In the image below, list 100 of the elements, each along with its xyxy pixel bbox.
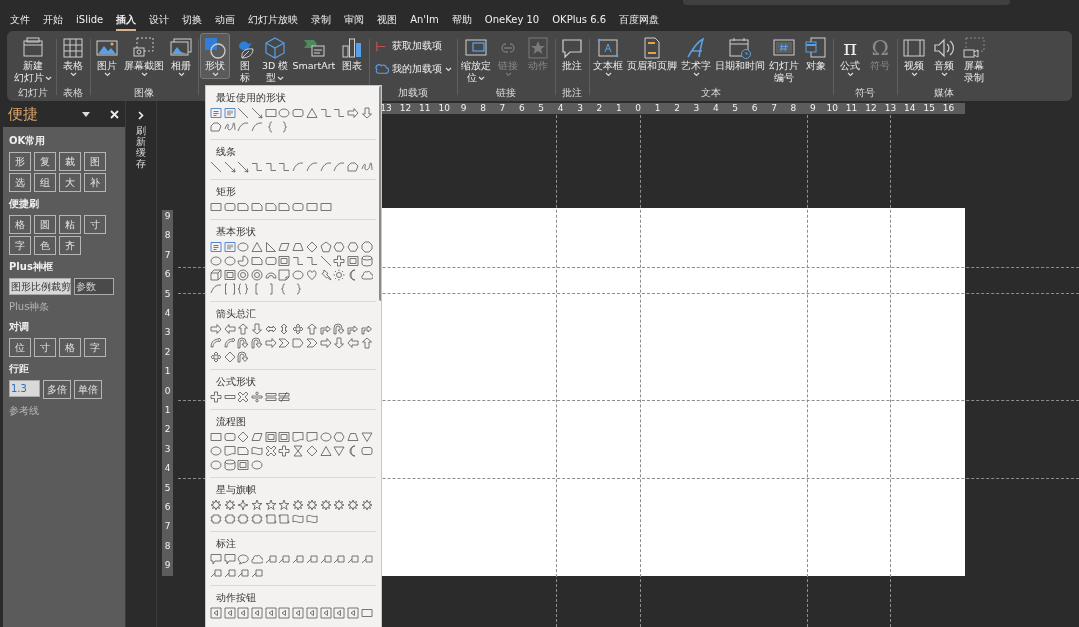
section-title: 便捷刷 <box>9 197 40 211</box>
section-title: OK常用 <box>9 134 47 148</box>
spacing-button[interactable]: 多倍 <box>43 380 71 399</box>
tool-button[interactable]: 字 <box>84 338 106 357</box>
ruler-number: 6 <box>518 103 525 114</box>
ruler-number: 5 <box>164 482 171 494</box>
tool-button[interactable]: 大 <box>59 173 81 192</box>
ruler-number: 0 <box>164 385 171 397</box>
ruler-number: 2 <box>674 103 680 114</box>
ruler-number: 14 <box>904 103 916 114</box>
menu-tab[interactable]: 开始 <box>43 10 63 31</box>
group-label: 表格 <box>63 87 83 100</box>
ribbon-button[interactable]: 获取加载项 <box>371 37 456 56</box>
collapsed-pane-label[interactable]: 刷新缓存 <box>136 125 146 169</box>
ruler-number: 13 <box>884 103 897 114</box>
menu-section-title: 最近使用的形状 <box>216 92 286 104</box>
ruler-number: 6 <box>164 501 171 513</box>
ribbon-button[interactable]: 我的加载项 <box>371 60 456 79</box>
ruler-number: 1 <box>164 404 171 416</box>
group-label: 图像 <box>134 87 154 100</box>
section-title: 行距 <box>9 362 30 376</box>
crop-field[interactable]: 图形比例裁剪 <box>9 278 71 295</box>
ruler-number: 4 <box>164 462 171 474</box>
ruler-number: 8 <box>164 540 171 552</box>
menu-section-title: 箭头总汇 <box>216 308 256 320</box>
ruler-number: 11 <box>419 103 431 114</box>
ruler-number: 6 <box>164 268 171 280</box>
ribbon-button[interactable]: 艺术字 <box>679 33 714 79</box>
ribbon-button[interactable]: 缩放定 位 <box>459 33 494 86</box>
tool-button[interactable]: 色 <box>34 236 56 255</box>
ruler-number: 12 <box>399 103 412 114</box>
tool-button[interactable]: 字 <box>9 236 31 255</box>
parameter-field[interactable]: 参数 <box>74 278 114 295</box>
menu-tab[interactable]: 切换 <box>182 10 203 31</box>
tool-button[interactable]: 形 <box>9 152 31 171</box>
ruler-number: 10 <box>826 103 838 114</box>
ruler-number: 11 <box>845 103 858 114</box>
ribbon-button[interactable]: 屏幕截图 <box>122 33 166 79</box>
menu-tab[interactable]: 审阅 <box>344 10 365 31</box>
menu-tab[interactable]: 设计 <box>149 10 170 31</box>
tool-button[interactable]: 位 <box>9 338 31 357</box>
ribbon-button[interactable]: 相册 <box>166 33 196 79</box>
menu-tab[interactable]: An'Im <box>410 12 439 29</box>
menu-tab[interactable]: 录制 <box>311 10 332 31</box>
tool-button[interactable]: 复 <box>34 152 56 171</box>
menu-tab[interactable]: 幻灯片放映 <box>248 10 299 31</box>
ruler-number: 7 <box>499 103 506 114</box>
menu-tab[interactable]: 动画 <box>215 10 236 31</box>
menu-tab[interactable]: iSlide <box>76 12 104 29</box>
group-label: 批注 <box>562 87 583 100</box>
group-label: 幻灯片 <box>18 87 48 100</box>
menu-tab[interactable]: OKPlus 6.6 <box>552 12 607 29</box>
ribbon-button[interactable]: 表格 <box>58 33 88 79</box>
ribbon-button[interactable]: 幻灯片 编号 <box>767 33 802 86</box>
ribbon-button[interactable]: 形状 <box>200 33 230 79</box>
menu-tab[interactable]: 文件 <box>10 10 30 31</box>
tool-button[interactable]: 选 <box>9 173 31 192</box>
ribbon-button[interactable]: 视频 <box>899 33 930 79</box>
line-spacing-field[interactable]: 1.3 <box>9 380 40 397</box>
ribbon-button[interactable]: 日期和时间 <box>713 33 768 74</box>
tool-button[interactable]: 齐 <box>59 236 81 255</box>
spacing-button[interactable]: 单倍 <box>74 380 102 399</box>
tool-button[interactable]: 寸 <box>84 215 106 234</box>
tool-button[interactable]: 粘 <box>59 215 81 234</box>
ribbon-button[interactable]: 音频 <box>929 33 960 79</box>
menu-tab[interactable]: OneKey 10 <box>484 12 540 29</box>
ribbon-button[interactable]: SmartArt <box>290 33 338 74</box>
tool-button[interactable]: 格 <box>9 215 31 234</box>
ribbon-button[interactable]: 图表 <box>337 33 368 74</box>
ruler-number: 3 <box>577 103 583 114</box>
ruler-number: 3 <box>164 326 171 338</box>
ruler-number: 12 <box>865 103 877 114</box>
ribbon-button[interactable]: 新建 幻灯片 <box>12 33 54 86</box>
menu-tab[interactable]: 视图 <box>377 10 398 31</box>
tool-button[interactable]: 补 <box>84 173 106 192</box>
ruler-number: 5 <box>732 103 739 114</box>
group-label: 媒体 <box>934 87 955 100</box>
ruler-number: 9 <box>164 559 171 571</box>
ribbon-button[interactable]: 图片 <box>92 33 122 79</box>
tool-button[interactable]: 组 <box>34 173 56 192</box>
ruler-number: 1 <box>615 103 622 114</box>
tool-button[interactable]: 裁 <box>59 152 81 171</box>
ribbon-button[interactable]: 页眉和页脚 <box>625 33 680 74</box>
tool-button[interactable]: 格 <box>59 338 81 357</box>
menu-tab[interactable]: 百度网盘 <box>619 10 660 31</box>
tool-button[interactable]: 图 <box>84 152 106 171</box>
ribbon-button[interactable]: 屏幕 录制 <box>959 33 990 86</box>
group-label: 符号 <box>855 87 876 100</box>
tool-button[interactable]: 圆 <box>34 215 56 234</box>
ribbon-button[interactable]: 图 标 <box>230 33 260 86</box>
ribbon-button[interactable]: 文本框 <box>591 33 626 79</box>
ruler-number: 4 <box>557 103 564 114</box>
ribbon-button[interactable]: 对象 <box>801 33 832 74</box>
menu-tab[interactable]: 帮助 <box>451 10 472 31</box>
ribbon-button[interactable]: 3D 模 型 <box>260 33 291 86</box>
ribbon-button[interactable]: π 公式 <box>835 33 866 79</box>
ruler-number: 9 <box>164 210 171 222</box>
ribbon-button[interactable]: 批注 <box>557 33 588 74</box>
tool-button[interactable]: 寸 <box>34 338 56 357</box>
section-title: Plus神框 <box>9 260 54 274</box>
